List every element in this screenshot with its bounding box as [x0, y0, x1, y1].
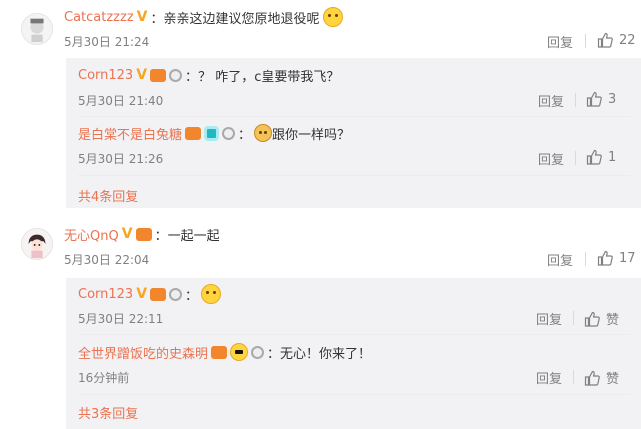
reply-header: 全世界蹭饭吃的史森明 ： 无心！你来了！ — [78, 342, 371, 362]
like-button[interactable]: 赞 — [584, 368, 619, 387]
colon-separator: ： — [185, 288, 199, 304]
like-button[interactable]: 3 — [586, 91, 616, 107]
colon-separator: ： — [154, 228, 168, 244]
medal-badge-icon — [222, 126, 236, 140]
thumbs-up-icon — [586, 91, 602, 107]
thumbs-up-icon — [597, 32, 613, 48]
like-button[interactable]: 17 — [597, 250, 636, 266]
username-link[interactable]: 是白棠不是白兔糖 — [78, 124, 182, 143]
avatar[interactable] — [21, 228, 53, 260]
divider — [573, 370, 574, 384]
username-link[interactable]: 全世界蹭饭吃的史森明 — [78, 343, 208, 362]
vip-badge-icon — [150, 287, 167, 301]
medal-badge-icon — [251, 345, 265, 359]
fan-badge-icon — [204, 125, 220, 141]
reply-text: 跟你一样吗？ — [272, 127, 351, 143]
comment-header: Catcatzzzz V ： 亲亲这边建议您原地退役呢 — [64, 7, 343, 27]
reply-button[interactable]: 回复 — [538, 91, 564, 110]
reply-text: 无心！你来了！ — [280, 346, 372, 362]
username-link[interactable]: 无心QnQ — [64, 225, 119, 244]
colon-separator: ： — [185, 69, 199, 85]
reply-button[interactable]: 回复 — [536, 368, 562, 387]
username-link[interactable]: Catcatzzzz — [64, 10, 134, 25]
medal-badge-icon — [169, 287, 183, 301]
reply-text: ？ 咋了，c皇要带我飞？ — [198, 69, 340, 85]
reply-button[interactable]: 回复 — [536, 309, 562, 328]
thumbs-up-icon — [586, 149, 602, 165]
like-count: 3 — [608, 91, 617, 107]
divider — [78, 175, 631, 176]
comment-time: 5月30日 21:24 — [64, 35, 150, 49]
like-button[interactable]: 22 — [597, 32, 636, 48]
comment-text: 亲亲这边建议您原地退役呢 — [163, 11, 320, 27]
thumbs-up-icon — [584, 370, 600, 386]
vip-badge-icon — [185, 126, 202, 140]
like-label: 赞 — [606, 372, 620, 387]
divider — [573, 311, 574, 325]
dog-emoji-icon — [254, 124, 273, 142]
reply-button[interactable]: 回复 — [538, 149, 564, 168]
thumbs-up-icon — [584, 311, 600, 327]
reply-button[interactable]: 回复 — [547, 250, 573, 269]
username-link[interactable]: Corn123 — [78, 68, 133, 83]
reply-time: 5月30日 21:40 — [78, 94, 164, 108]
vip-badge-icon — [135, 227, 152, 241]
divider — [585, 34, 586, 48]
like-count: 17 — [619, 250, 636, 266]
like-count: 1 — [608, 149, 617, 165]
colon-separator: ： — [150, 11, 164, 27]
divider — [78, 394, 631, 395]
more-replies-link[interactable]: 共3条回复 — [78, 403, 138, 422]
like-button[interactable]: 赞 — [584, 309, 619, 328]
reply-time: 16分钟前 — [78, 371, 130, 385]
vip-badge-icon — [150, 68, 167, 82]
avatar[interactable] — [21, 13, 53, 45]
more-replies-link[interactable]: 共4条回复 — [78, 186, 138, 205]
medal-badge-icon — [169, 68, 183, 82]
divider — [78, 116, 631, 117]
reply-time: 5月30日 22:11 — [78, 312, 164, 326]
reply-time: 5月30日 21:26 — [78, 152, 164, 166]
reply-header: Corn123 V ： ？ 咋了，c皇要带我飞？ — [78, 66, 340, 85]
like-label: 赞 — [606, 313, 620, 328]
thumbs-up-icon — [597, 250, 613, 266]
comment-time: 5月30日 22:04 — [64, 253, 150, 267]
like-button[interactable]: 1 — [586, 149, 616, 165]
sunglasses-emoji-icon — [230, 343, 249, 361]
reply-header: 是白棠不是白兔糖 ： 跟你一样吗？ — [78, 123, 350, 143]
verified-icon: V — [136, 286, 148, 302]
like-count: 22 — [619, 32, 636, 48]
colon-separator: ： — [238, 127, 252, 143]
smile-emoji-icon — [322, 7, 343, 27]
reply-button[interactable]: 回复 — [547, 32, 573, 51]
vip-badge-icon — [211, 345, 228, 359]
verified-icon: V — [136, 9, 148, 25]
reply-header: Corn123 V ： — [78, 283, 222, 305]
verified-icon: V — [136, 67, 148, 83]
divider — [575, 93, 576, 107]
verified-icon: V — [121, 226, 133, 242]
comment-text: 一起一起 — [167, 228, 220, 244]
divider — [585, 252, 586, 266]
grin-emoji-icon — [201, 284, 222, 304]
colon-separator: ： — [267, 346, 281, 362]
comment-header: 无心QnQ V ： 一起一起 — [64, 225, 220, 244]
username-link[interactable]: Corn123 — [78, 287, 133, 302]
divider — [575, 151, 576, 165]
divider — [78, 334, 631, 335]
